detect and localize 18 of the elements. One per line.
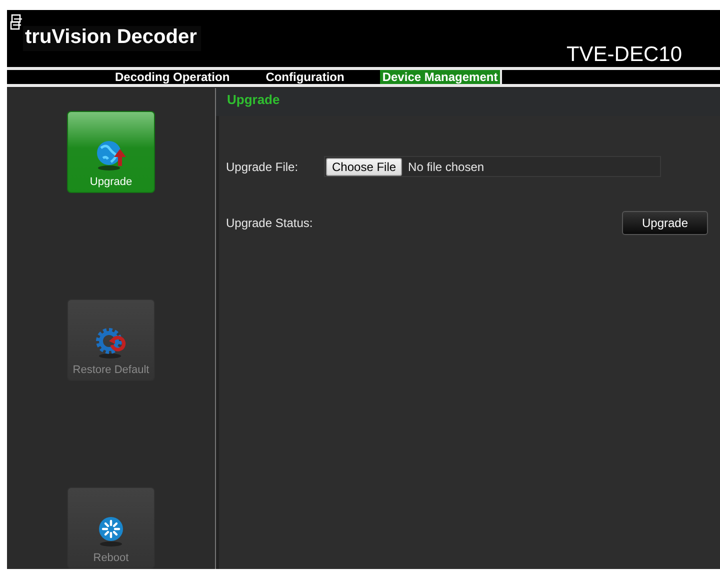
section-title: Upgrade xyxy=(227,92,280,107)
globe-upload-icon xyxy=(94,138,128,172)
logo-icon xyxy=(10,14,23,30)
field-label: Upgrade File: xyxy=(226,160,300,174)
choose-file-button[interactable]: Choose File xyxy=(326,158,402,176)
file-input[interactable]: Choose File No file chosen xyxy=(324,156,661,177)
nav-tab[interactable]: Configuration xyxy=(248,70,362,84)
upgrade-button[interactable]: Upgrade xyxy=(622,211,708,235)
sidebar-item[interactable]: Reboot xyxy=(67,487,155,569)
nav-tab[interactable]: Decoding Operation xyxy=(97,70,248,84)
app-title: truVision Decoder xyxy=(23,26,201,51)
model-name: TVE-DEC10 xyxy=(566,43,682,67)
field-label: Upgrade Status: xyxy=(226,216,314,230)
gear-reset-icon xyxy=(94,326,128,360)
file-status: No file chosen xyxy=(408,160,484,174)
nav-tab[interactable]: Device Management xyxy=(380,70,502,84)
sidebar-item[interactable]: Upgrade xyxy=(67,111,155,193)
sidebar-item[interactable]: Restore Default xyxy=(67,299,155,381)
